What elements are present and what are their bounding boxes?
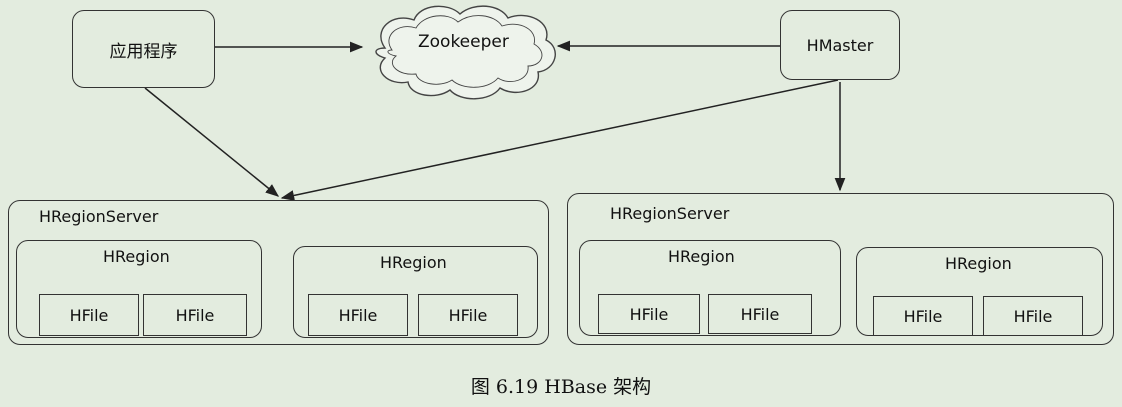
hmaster-node-label: HMaster xyxy=(806,35,874,55)
hregion-1-2-label: HRegion xyxy=(380,253,447,272)
hregionserver-2-label: HRegionServer xyxy=(610,204,730,223)
arrow-hmaster-to-hregionserver-1 xyxy=(280,79,839,201)
hregion-1-2: HRegion HFile HFile xyxy=(293,246,538,338)
hregion-1-1: HRegion HFile HFile xyxy=(16,240,262,338)
arrow-app-to-hregionserver-1 xyxy=(144,87,280,197)
hfile-1-1-2: HFile xyxy=(143,294,247,336)
hfile-2-2-1: HFile xyxy=(873,296,973,336)
zookeeper-label: Zookeeper xyxy=(418,32,509,52)
hmaster-node: HMaster xyxy=(780,10,900,80)
hfile-2-2-2: HFile xyxy=(983,296,1083,336)
hregionserver-1-label: HRegionServer xyxy=(39,207,159,226)
hregionserver-1: HRegionServer HRegion HFile HFile HRegio… xyxy=(8,200,549,345)
app-node-label: 应用程序 xyxy=(109,41,178,62)
hfile-1-2-1: HFile xyxy=(308,294,408,336)
hregion-2-2-label: HRegion xyxy=(945,254,1012,273)
hfile-2-1-1: HFile xyxy=(598,294,700,334)
hfile-2-1-2: HFile xyxy=(708,294,812,334)
hregion-2-1: HRegion HFile HFile xyxy=(579,240,841,336)
app-node: 应用程序 xyxy=(72,10,215,88)
figure-caption: 图 6.19 HBase 架构 xyxy=(470,376,652,398)
zookeeper-cloud-shape xyxy=(375,5,556,100)
hregionserver-2: HRegionServer HRegion HFile HFile HRegio… xyxy=(567,193,1114,345)
hregion-2-2: HRegion HFile HFile xyxy=(856,247,1103,336)
hbase-architecture-diagram: 应用程序 Zookeeper HMaster HRegionServer HRe… xyxy=(0,0,1122,407)
hfile-1-2-2: HFile xyxy=(418,294,518,336)
hregion-2-1-label: HRegion xyxy=(668,247,735,266)
hregion-1-1-label: HRegion xyxy=(103,247,170,266)
hfile-1-1-1: HFile xyxy=(39,294,139,336)
